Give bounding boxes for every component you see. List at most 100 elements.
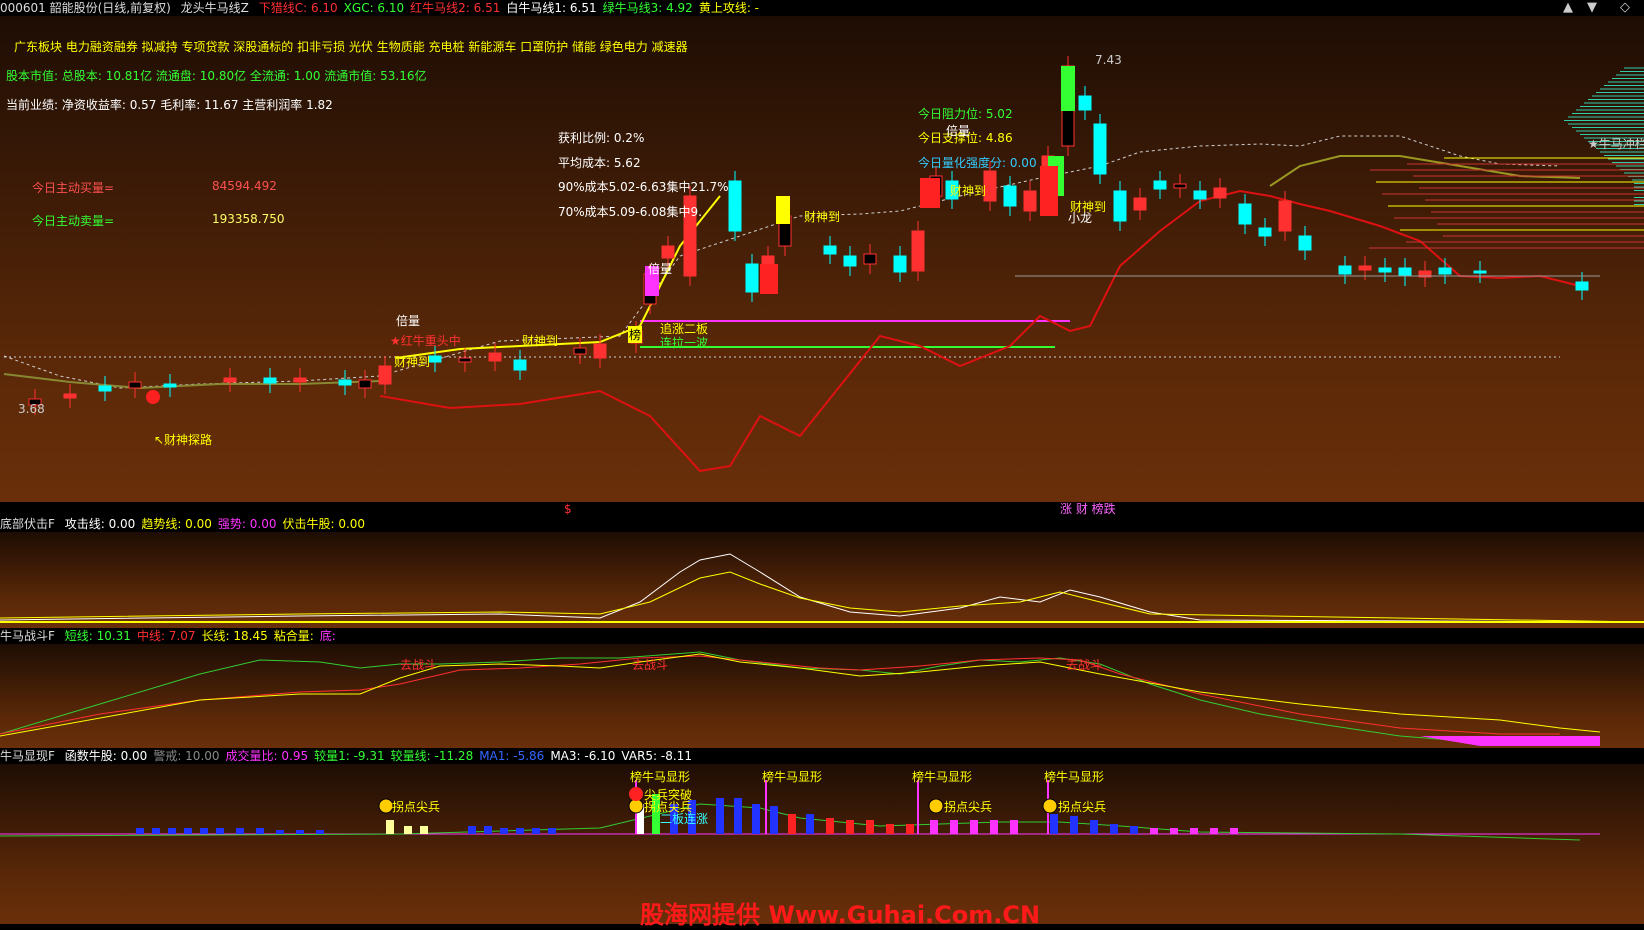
volume-bar [548,828,556,834]
title-item-3: 白牛马线1: 6.51 [506,1,597,15]
trend-dashed-line [3,135,1561,389]
niu-ma-label-3: 榜牛马显形 [912,770,973,784]
candlestick-chart [3,56,1644,473]
panel3-item-0: 函数牛股: 0.00 [64,749,148,763]
buy-volume-label: 今日主动买量= [32,181,115,195]
volume-bar [1090,820,1098,834]
panel2-header[interactable]: 牛马战斗F 短线: 10.31 中线: 7.07 长线: 18.45 粘合量: 底: [0,628,1644,644]
candle-body [1278,200,1292,232]
volume-bar [184,828,192,834]
candle-body [128,381,142,389]
volume-bar [806,814,814,834]
battle-tag-1: 去战斗 [400,658,437,672]
buy-volume-value: 84594.492 [212,179,277,193]
candle-body [1358,265,1372,271]
battle-tag-3: 去战斗 [1066,658,1103,672]
candle-body [458,357,472,363]
candle-body [863,253,877,265]
bottom-fill [1420,736,1600,746]
average-cost: 平均成本: 5.62 [558,156,641,170]
candle-body [1193,190,1207,200]
candle-body [63,393,77,399]
volume-bar [532,828,540,834]
volume-bar [236,828,244,834]
attack-line [0,553,1644,623]
volume-bar [1110,824,1118,834]
panel3-name[interactable]: 牛马显现F [0,748,55,764]
status-tags: 涨 财 榜跌 [1060,502,1116,516]
capital-info: 股本市值: 总股本: 10.81亿 流通盘: 10.80亿 全流通: 1.00 … [6,69,427,83]
jian-bing-label: 尖兵突破 [644,788,693,802]
cai-shen-dao-label-1: 财神到 [394,355,431,369]
niu-ma-label-2: 榜牛马显形 [762,770,823,784]
candle-body [488,352,502,362]
candle-body [1003,185,1017,207]
volume-bar [256,828,264,834]
window-diamond-icon[interactable]: ◇ [1620,0,1630,15]
middle-line [0,655,1560,735]
volume-bar [420,826,428,834]
guai-dian-label-4: 拐点尖兵 [1058,800,1107,814]
stock-name[interactable]: 000601 韶能股份(日线,前复权) [0,0,171,16]
panel1-lines [0,553,1644,623]
volume-bar [276,830,284,834]
volume-bar [516,828,524,834]
guai-dian-coin-icon [1042,798,1058,814]
olive-line-left [3,373,381,390]
indicator-name[interactable]: 龙头牛马线Z [181,0,249,16]
panel1-header[interactable]: 底部伏击F 攻击线: 0.00 趋势线: 0.00 强势: 0.00 伏击牛股: 0.… [0,516,1644,532]
volume-bar [200,828,208,834]
caishen-coin-icon [146,390,160,404]
candle-body [893,255,907,273]
panel3-item-7: VAR5: -8.11 [621,749,692,763]
volume-bar [152,828,160,834]
volume-bar [1010,820,1018,834]
candle-body [661,245,675,259]
red-volume-block [920,178,940,208]
high-price-label: 7.43 [1095,53,1122,67]
volume-bar [168,828,176,834]
panel2-name[interactable]: 牛马战斗F [0,628,55,644]
scroll-up-icon[interactable]: ▲ [1563,0,1573,15]
scroll-down-icon[interactable]: ▼ [1587,0,1597,15]
panel3-item-4: 较量线: -11.28 [390,749,474,763]
volume-bar [404,826,412,834]
watermark: 股海网提供 Www.Guhai.Com.CN [640,901,1041,929]
red-support-line [379,189,1581,473]
panel2-item-4: 底: [319,629,336,643]
candle-body [1258,227,1272,237]
niu-ma-label-4: 榜牛马显形 [1044,770,1105,784]
volume-bar [930,820,938,834]
panel1-chart[interactable] [0,532,1644,628]
title-item-2: 红牛马线2: 6.51 [410,1,501,15]
candle-body [1153,180,1167,190]
volume-bar [950,820,958,834]
title-item-0: 下猎线C: 6.10 [258,1,338,15]
main-chart-panel[interactable]: 广东板块 电力融资融券 拟减持 专项贷款 深股通标的 扣非亏损 光伏 生物质能 … [0,16,1644,502]
volume-bar [1190,828,1198,834]
cai-shen-dao-label-2: 财神到 [522,334,559,348]
panel2-chart[interactable]: 去战斗 去战斗 去战斗 [0,644,1644,748]
volume-bar [316,830,324,834]
candle-body [728,180,742,232]
panel2-item-2: 长线: 18.45 [201,629,268,643]
panel3-item-6: MA3: -6.10 [550,749,616,763]
volume-bar [846,820,854,834]
candle-body [378,365,392,385]
volume-bar [1170,828,1178,834]
panel1-name[interactable]: 底部伏击F [0,516,55,532]
panel2-item-0: 短线: 10.31 [64,629,131,643]
panel3-header[interactable]: 牛马显现F 函数牛股: 0.00 警戒: 10.00 成交量比: 0.95 较量1: … [0,748,1644,764]
red-volume-block-2 [1040,166,1058,216]
title-item-5: 黄上攻线: - [698,1,760,15]
candle-body [223,377,237,383]
er-ban-label: 二板连涨 [660,812,709,826]
guai-dian-coin-icon [628,798,644,814]
panel1-item-0: 攻击线: 0.00 [64,517,136,531]
low-price-label: 3.68 [18,402,45,416]
volume-bar [826,818,834,834]
lian-la-label: 连拉一波 [660,336,709,350]
volume-bar [1050,814,1058,834]
volume-bar [770,806,778,834]
candle-body [1078,95,1092,111]
